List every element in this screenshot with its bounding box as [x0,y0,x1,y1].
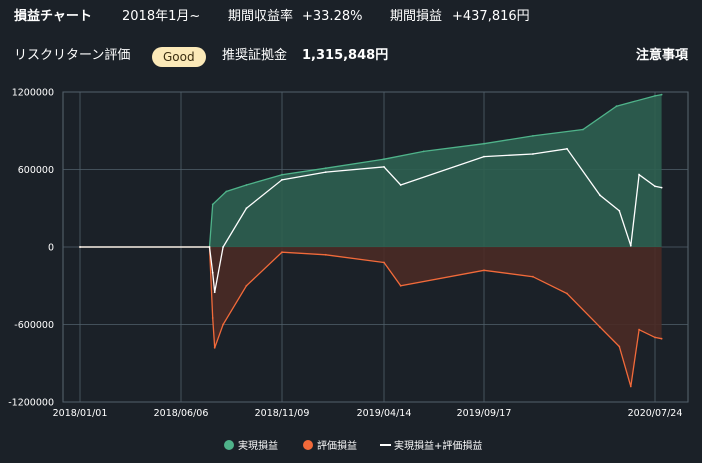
realized-legend-icon [224,440,234,450]
total-pnl-point [399,184,402,186]
total-pnl-point [532,153,534,155]
return-value: +33.28% [302,9,363,24]
total-pnl-point [660,186,663,189]
pnl-chart: 1200000 600000 0 -600000 -12000002018/01/01 2… [8,88,689,452]
unrealized-pnl-point [618,345,621,348]
y-tick-label: 0 [48,243,54,254]
legend-label[interactable]: 実現損益+評価損益 [394,439,482,452]
realized-pnl-point [654,95,656,97]
risk-bar: リスクリターン評価 Good 推奨証拠金 1,315,848円 注意事項 [0,40,702,72]
unrealized-pnl-point [324,253,327,256]
deposit-label: 推奨証拠金 [222,48,288,63]
realized-pnl-point [281,173,283,176]
total-pnl-point [618,209,621,212]
total-pnl-point [213,291,216,294]
total-pnl-point [483,155,485,158]
realized-pnl-point [660,93,663,96]
y-tick-label: 1200000 [12,88,54,99]
unrealized-pnl-point [638,328,640,331]
realized-pnl-point [582,128,584,131]
x-tick-label: 2019/04/14 [357,408,412,419]
total-pnl-point [324,171,327,173]
unrealized-pnl-point [599,326,601,328]
legend-label[interactable]: 実現損益 [238,439,278,452]
realized-pnl-point [225,190,228,193]
realized-pnl-point [245,184,248,186]
unrealized-pnl-point [222,323,225,326]
realized-pnl-point [483,142,485,145]
pnl-label: 期間損益 [390,9,443,24]
total-pnl-point [383,166,385,168]
x-tick-label: 2019/09/17 [457,408,512,419]
unrealized-pnl-point [213,346,216,349]
summary-bar: 損益チャート 2018年1月~ 期間収益率 +33.28% 期間損益 +437,… [0,0,702,34]
x-tick-label: 2018/11/09 [255,408,310,419]
unrealized-pnl-point [654,336,656,339]
realized-pnl-point [615,105,618,108]
total-pnl-point [211,271,214,274]
realized-pnl-point [211,203,214,206]
unrealized-pnl-point [660,337,663,340]
x-tick-label: 2018/01/01 [53,408,108,419]
unrealized-pnl-point [281,251,283,254]
return-label: 期間収益率 [228,9,294,24]
chart-title: 損益チャート [14,9,92,24]
realized-pnl-point [422,150,425,153]
unrealized-legend-icon [303,440,313,450]
unrealized-pnl-point [629,385,632,388]
total-pnl-point [208,246,211,248]
total-pnl-point [566,147,568,150]
deposit-value: 1,315,848円 [302,48,389,63]
unrealized-pnl-point [383,261,385,264]
realized-pnl-point [324,167,327,170]
total-pnl-point [629,244,632,247]
risk-rating-badge: Good [152,47,206,67]
unrealized-pnl-point [483,269,485,272]
y-tick-label: -1200000 [8,398,54,409]
total-pnl-point [654,185,656,188]
realized-pnl-point [532,135,534,137]
pnl-value: +437,816円 [452,9,530,24]
y-tick-label: -600000 [14,320,54,331]
total-pnl-point [281,178,283,181]
realized-pnl-point [383,158,385,161]
period-text: 2018年1月~ [122,9,201,24]
total-pnl-point [599,194,601,197]
unrealized-pnl-point [399,284,402,287]
risk-label: リスクリターン評価 [14,48,131,63]
x-tick-label: 2020/07/24 [628,408,683,419]
notice-link[interactable]: 注意事項 [636,40,688,72]
total-pnl-point [638,173,640,176]
total-pnl-point [222,246,225,248]
total-pnl-point [245,207,248,210]
unrealized-pnl-point [245,284,248,287]
total-pnl-point [79,246,81,248]
y-tick-label: 600000 [18,165,54,176]
unrealized-pnl-point [566,292,568,295]
unrealized-pnl-point [532,275,534,278]
legend-label[interactable]: 評価損益 [317,439,357,452]
x-tick-label: 2018/06/06 [154,408,209,419]
unrealized-pnl-point [211,317,214,319]
